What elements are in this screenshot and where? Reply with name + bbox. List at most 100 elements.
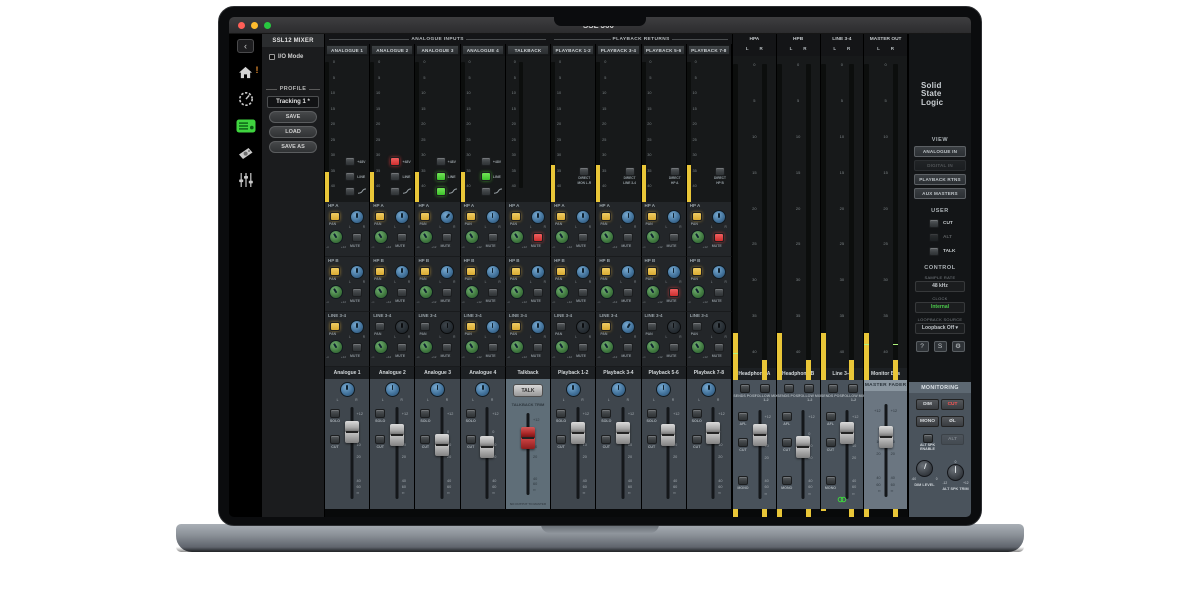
send-mute-button[interactable]	[397, 288, 407, 297]
cut-button[interactable]	[375, 435, 385, 444]
hpf-button[interactable]	[481, 187, 491, 196]
channel-pan-knob[interactable]	[656, 382, 671, 397]
cut-button[interactable]	[692, 435, 702, 444]
channel-pan-knob[interactable]	[430, 382, 445, 397]
fader-cap[interactable]	[390, 424, 404, 446]
load-button[interactable]: LOAD	[269, 126, 317, 138]
send-level-knob[interactable]	[510, 340, 524, 354]
send-pan-button[interactable]	[647, 267, 657, 276]
send-mute-button[interactable]	[442, 288, 452, 297]
send-mute-button[interactable]	[669, 233, 679, 242]
send-pan-button[interactable]	[692, 267, 702, 276]
p48-button[interactable]	[436, 157, 446, 166]
send-pan-button[interactable]	[601, 322, 611, 331]
send-balance-knob[interactable]	[667, 320, 681, 334]
send-pan-button[interactable]	[647, 212, 657, 221]
send-balance-knob[interactable]	[531, 265, 545, 279]
mixer-icon[interactable]	[236, 118, 256, 134]
p48-button[interactable]	[345, 157, 355, 166]
cut-button[interactable]: CUT	[941, 399, 964, 410]
line-button[interactable]	[436, 172, 446, 181]
send-balance-knob[interactable]	[531, 210, 545, 224]
user-talk-switch[interactable]	[929, 247, 939, 256]
fader-cap[interactable]	[480, 436, 494, 458]
send-balance-knob[interactable]	[486, 210, 500, 224]
mono-button[interactable]	[738, 476, 748, 485]
user-alt-button[interactable]: ALT	[929, 233, 971, 242]
send-level-knob[interactable]	[329, 285, 343, 299]
send-level-knob[interactable]	[691, 340, 705, 354]
fader-cap[interactable]	[521, 427, 535, 449]
dim-level-knob[interactable]	[916, 460, 933, 477]
knob-icon[interactable]	[236, 91, 256, 107]
send-mute-button[interactable]	[714, 288, 724, 297]
send-balance-knob[interactable]	[712, 320, 726, 334]
send-balance-knob[interactable]	[486, 265, 500, 279]
direct-button[interactable]	[715, 167, 725, 176]
send-balance-knob[interactable]	[486, 320, 500, 334]
afl-button[interactable]	[826, 412, 836, 421]
channel-pan-knob[interactable]	[701, 382, 716, 397]
fader-cap[interactable]	[796, 436, 810, 458]
send-mute-button[interactable]	[714, 233, 724, 242]
send-mute-button[interactable]	[578, 233, 588, 242]
solo-button[interactable]	[647, 409, 657, 418]
send-balance-knob[interactable]	[350, 210, 364, 224]
send-balance-knob[interactable]	[531, 320, 545, 334]
send-pan-button[interactable]	[556, 322, 566, 331]
send-balance-knob[interactable]	[621, 210, 635, 224]
fader-cap[interactable]	[840, 422, 854, 444]
solo-button[interactable]	[466, 409, 476, 418]
send-balance-knob[interactable]	[712, 210, 726, 224]
solo-button[interactable]	[556, 409, 566, 418]
send-mute-button[interactable]	[352, 233, 362, 242]
loopback-select[interactable]: Loopback Off ▾	[915, 323, 965, 334]
fader-cap[interactable]	[345, 421, 359, 443]
send-mute-button[interactable]	[442, 233, 452, 242]
hpf-button[interactable]	[390, 187, 400, 196]
send-pan-button[interactable]	[330, 267, 340, 276]
hpf-button[interactable]	[436, 187, 446, 196]
send-balance-knob[interactable]	[395, 320, 409, 334]
fader-cap[interactable]	[616, 422, 630, 444]
send-level-knob[interactable]	[691, 285, 705, 299]
channel-pan-knob[interactable]	[475, 382, 490, 397]
send-mute-button[interactable]	[533, 343, 543, 352]
send-level-knob[interactable]	[465, 285, 479, 299]
help-button[interactable]: ?	[916, 341, 929, 352]
send-pan-button[interactable]	[692, 322, 702, 331]
save-as-button[interactable]: SAVE AS	[269, 141, 317, 153]
send-level-knob[interactable]	[555, 285, 569, 299]
send-pan-button[interactable]	[375, 267, 385, 276]
send-balance-knob[interactable]	[576, 265, 590, 279]
send-mute-button[interactable]	[623, 233, 633, 242]
faders-icon[interactable]	[236, 172, 256, 188]
send-balance-knob[interactable]	[712, 265, 726, 279]
collapse-sidebar-button[interactable]: ‹	[237, 39, 254, 53]
send-level-knob[interactable]	[646, 230, 660, 244]
send-level-knob[interactable]	[555, 230, 569, 244]
send-balance-knob[interactable]	[395, 210, 409, 224]
channel-pan-knob[interactable]	[385, 382, 400, 397]
send-level-knob[interactable]	[691, 230, 705, 244]
send-mute-button[interactable]	[714, 343, 724, 352]
send-mute-button[interactable]	[578, 288, 588, 297]
fader-cap[interactable]	[571, 422, 585, 444]
user-alt-switch[interactable]	[929, 233, 939, 242]
cut-button[interactable]	[420, 435, 430, 444]
send-balance-knob[interactable]	[440, 320, 454, 334]
send-mute-button[interactable]	[397, 233, 407, 242]
send-level-knob[interactable]	[600, 285, 614, 299]
cut-button[interactable]	[466, 435, 476, 444]
send-mute-button[interactable]	[533, 233, 543, 242]
channel-pan-knob[interactable]	[340, 382, 355, 397]
afl-button[interactable]	[738, 412, 748, 421]
send-mute-button[interactable]	[488, 233, 498, 242]
send-balance-knob[interactable]	[350, 265, 364, 279]
cut-button[interactable]	[782, 438, 792, 447]
send-level-knob[interactable]	[374, 230, 388, 244]
profile-preset-select[interactable]: Tracking 1 *	[267, 96, 319, 108]
speaker-icon[interactable]	[236, 145, 256, 161]
send-mute-button[interactable]	[578, 343, 588, 352]
send-pan-button[interactable]	[647, 322, 657, 331]
